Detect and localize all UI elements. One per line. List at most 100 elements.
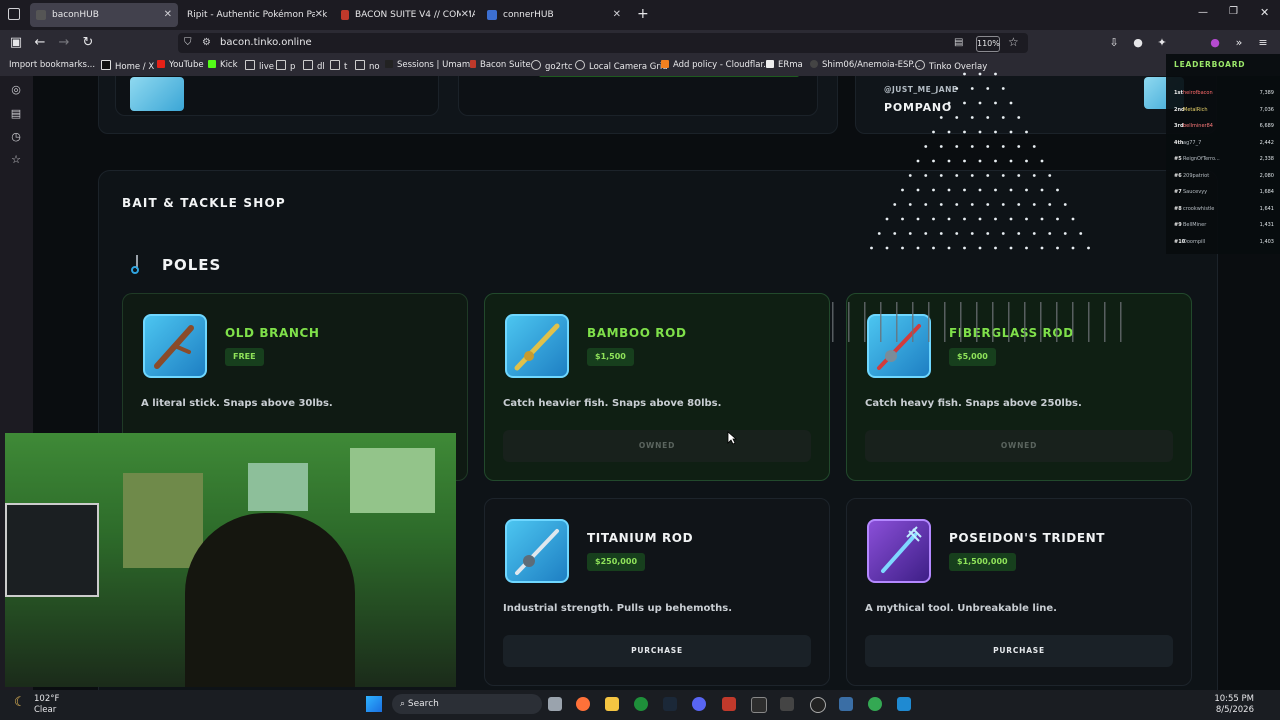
clock[interactable]: 10:55 PM 8/5/2026 xyxy=(1210,694,1254,716)
obs-icon[interactable] xyxy=(810,697,826,713)
downloads-icon[interactable]: ⇩ xyxy=(1106,35,1122,51)
plinko-peg xyxy=(1025,246,1028,250)
reload-icon[interactable]: ↻ xyxy=(80,35,96,51)
file-explorer-icon[interactable] xyxy=(605,697,619,711)
account-icon[interactable]: ● xyxy=(1130,35,1146,51)
forward-icon[interactable]: → xyxy=(56,35,72,51)
plinko-peg xyxy=(994,101,997,105)
owned-button[interactable]: OWNED xyxy=(865,430,1173,462)
bookmark-item[interactable]: go2rtc xyxy=(531,60,573,72)
plinko-peg xyxy=(994,72,997,76)
overflow-icon[interactable]: » xyxy=(1231,35,1247,51)
bookmark-item[interactable]: Shim06/Anemoia-ESP... xyxy=(810,60,920,70)
shield-icon[interactable]: ⛉ xyxy=(184,37,192,48)
sidebar-toggle-icon[interactable]: ▣ xyxy=(8,35,24,51)
plinko-peg xyxy=(1032,145,1036,148)
plinko-peg xyxy=(986,174,990,177)
bookmark-item[interactable]: Sessions | Umami xyxy=(385,60,472,70)
shop-item-bamboo-rod: BAMBOO ROD $1,500 Catch heavier fish. Sn… xyxy=(484,293,830,481)
plinko-peg xyxy=(1056,217,1059,221)
close-window-icon[interactable]: ✕ xyxy=(1260,6,1269,19)
bookmark-folder[interactable]: dl xyxy=(303,60,325,72)
bookmark-item[interactable]: Kick xyxy=(208,60,238,70)
plinko-peg xyxy=(947,246,951,250)
minimize-icon[interactable]: — xyxy=(1198,7,1208,18)
ai-chat-icon[interactable]: ◎ xyxy=(10,84,22,96)
leaderboard-row: 2nd MetalRich 7,036 xyxy=(1174,104,1274,116)
bookmark-folder[interactable]: t xyxy=(330,60,347,72)
bookmark-folder[interactable]: live xyxy=(245,60,274,72)
bookmark-item[interactable]: ERma xyxy=(766,60,803,70)
taskbar-search[interactable]: ⌕ Search xyxy=(392,694,542,714)
bookmark-item[interactable]: Bacon Suite xyxy=(470,60,531,70)
price-badge: $5,000 xyxy=(949,348,996,366)
plinko-slot xyxy=(864,302,866,342)
plinko-peg xyxy=(1017,116,1021,119)
steam-icon[interactable] xyxy=(663,697,677,711)
plinko-peg xyxy=(963,246,966,250)
firefox-icon[interactable] xyxy=(576,697,590,711)
plinko-slot xyxy=(1040,302,1042,342)
bookmark-folder[interactable]: p xyxy=(276,60,295,72)
back-icon[interactable]: ← xyxy=(32,35,48,51)
person-image xyxy=(185,513,355,687)
bookmark-item[interactable]: Import bookmarks... xyxy=(9,60,95,70)
plinko-peg xyxy=(939,203,943,206)
close-icon[interactable]: ✕ xyxy=(314,3,323,27)
history-icon[interactable]: ◷ xyxy=(10,131,22,143)
app-icon[interactable] xyxy=(780,697,794,711)
windows-start-icon[interactable] xyxy=(366,696,382,712)
app-icon[interactable] xyxy=(839,697,853,711)
page-info-icon[interactable]: ⚙ xyxy=(202,37,211,48)
plinko-peg xyxy=(1009,188,1013,192)
zoom-level[interactable]: 110% xyxy=(976,36,1000,52)
bookmark-item[interactable]: Home / X xyxy=(101,60,154,72)
tab-connerhub[interactable]: connerHUB ✕ xyxy=(481,3,627,27)
tab-ripit[interactable]: Ripit - Authentic Pokémon Pack Op ✕ xyxy=(183,3,329,27)
bookmark-item[interactable]: YouTube xyxy=(157,60,204,70)
tabs-icon[interactable]: ▤ xyxy=(10,108,22,120)
bookmark-item[interactable]: Local Camera Grid xyxy=(575,60,668,72)
owned-button[interactable]: OWNED xyxy=(503,430,811,462)
task-view-icon[interactable] xyxy=(548,697,562,711)
plinko-peg xyxy=(947,188,951,192)
plinko-slot xyxy=(832,302,834,342)
close-icon[interactable]: ✕ xyxy=(164,3,172,27)
purchase-button[interactable]: PURCHASE xyxy=(503,635,811,667)
tab-baconhub[interactable]: baconHUB ✕ xyxy=(30,3,178,27)
plinko-peg xyxy=(1071,217,1075,221)
weather-widget[interactable]: 102°F Clear xyxy=(34,694,59,716)
menu-icon[interactable]: ≡ xyxy=(1255,35,1271,51)
close-icon[interactable]: ✕ xyxy=(613,3,621,27)
tab-bar: baconHUB ✕ Ripit - Authentic Pokémon Pack… xyxy=(0,0,1280,30)
extensions-icon[interactable]: ✦ xyxy=(1154,35,1170,51)
chrome-icon[interactable] xyxy=(868,697,882,711)
vscode-icon[interactable] xyxy=(897,697,911,711)
tab-bacon-suite[interactable]: BACON SUITE V4 // COMMAND✕ xyxy=(335,3,475,27)
close-icon[interactable]: ✕ xyxy=(460,3,469,27)
bookmark-star-icon[interactable]: ☆ xyxy=(1008,35,1019,49)
new-tab-icon[interactable]: + xyxy=(637,6,649,22)
xbox-icon[interactable] xyxy=(634,697,648,711)
profile-icon[interactable]: ● xyxy=(1207,35,1223,51)
tab-list-icon[interactable] xyxy=(8,8,20,20)
app-icon[interactable] xyxy=(722,697,736,711)
plinko-peg xyxy=(986,87,990,90)
purchase-button[interactable]: PURCHASE xyxy=(865,635,1173,667)
url-text[interactable]: bacon.tinko.online xyxy=(220,37,312,48)
bookmark-folder[interactable]: no xyxy=(355,60,380,72)
leaderboard-row: #5 ReignOfTerro... 2,338 xyxy=(1174,153,1274,165)
plinko-slot xyxy=(944,302,946,342)
bookmark-item[interactable]: Add policy - Cloudflar... xyxy=(661,60,771,70)
leaderboard-name: bellminer84 xyxy=(1183,123,1213,129)
restore-icon[interactable]: ❐ xyxy=(1229,6,1238,17)
plinko-peg xyxy=(1001,145,1005,148)
bookmarks-icon[interactable]: ☆ xyxy=(10,154,22,166)
plinko-peg xyxy=(1009,246,1013,250)
plinko-peg xyxy=(916,246,920,250)
terminal-icon[interactable] xyxy=(751,697,767,713)
reader-view-icon[interactable]: ▤ xyxy=(954,37,963,48)
plinko-slot xyxy=(1008,302,1010,342)
discord-icon[interactable] xyxy=(692,697,706,711)
plinko-peg xyxy=(978,159,982,163)
